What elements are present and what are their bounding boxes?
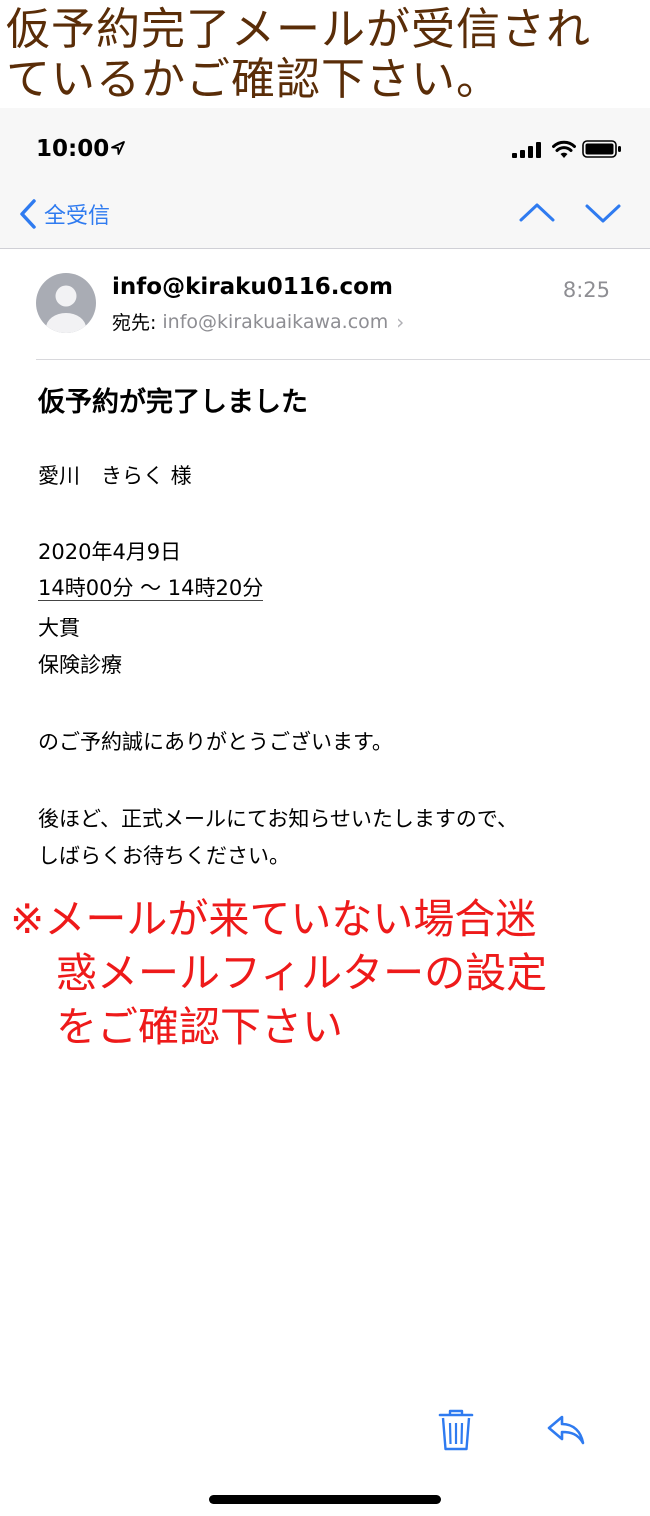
received-time: 8:25 [562, 278, 610, 302]
body-time-range[interactable]: 14時00分 〜 14時20分 [38, 570, 264, 606]
status-time: 10:00 [36, 136, 110, 162]
to-label: 宛先: [112, 312, 157, 334]
email-subject: 仮予約が完了しました [38, 387, 308, 418]
body-followup-1: 後ほど、正式メールにてお知らせいたしますので、 [38, 807, 519, 831]
signal-icon [512, 142, 541, 158]
sender-address: info@kiraku0116.com [112, 274, 393, 300]
chevron-right-icon: › [396, 309, 405, 334]
header-divider [36, 359, 650, 360]
instruction-banner: 仮予約完了メールが受信され ているかご確認下さい。 [0, 0, 650, 108]
body-treatment: 保険診療 [38, 653, 122, 677]
recipient-address: info@kirakuaikawa.com [162, 310, 389, 333]
back-button[interactable]: 全受信 [18, 196, 110, 232]
avatar [36, 273, 96, 333]
body-followup-2: しばらくお待ちください。 [38, 844, 290, 868]
banner-line-2: ているかご確認下さい。 [6, 54, 501, 105]
trash-icon[interactable] [438, 1409, 474, 1451]
recipient-line[interactable]: 宛先: info@kirakuaikawa.com › [112, 308, 404, 335]
notice-line-1: ※メールが来ていない場合迷 [10, 895, 537, 943]
wifi-icon [552, 140, 576, 158]
home-indicator[interactable] [209, 1495, 441, 1504]
notice-line-3: をご確認下さい [56, 1003, 343, 1051]
chevron-left-icon [20, 199, 36, 229]
battery-icon [582, 140, 621, 158]
time-range-link[interactable]: 14時00分 〜 14時20分 [38, 576, 264, 601]
body-thanks: のご予約誠にありがとうございます。 [38, 730, 393, 754]
body-doctor: 大貫 [38, 616, 80, 640]
body-greeting: 愛川 きらく 様 [38, 464, 192, 488]
back-button-label: 全受信 [44, 204, 111, 229]
spam-filter-notice: ※メールが来ていない場合迷 惑メールフィルターの設定 をご確認下さい [10, 892, 640, 1054]
banner-line-1: 仮予約完了メールが受信され [6, 4, 591, 55]
chevron-up-icon[interactable] [518, 198, 556, 228]
location-arrow-icon [111, 141, 125, 155]
reply-icon[interactable] [546, 1414, 586, 1446]
body-date: 2020年4月9日 [38, 540, 182, 564]
chevron-down-icon[interactable] [584, 198, 622, 228]
notice-line-2: 惑メールフィルターの設定 [56, 949, 548, 997]
